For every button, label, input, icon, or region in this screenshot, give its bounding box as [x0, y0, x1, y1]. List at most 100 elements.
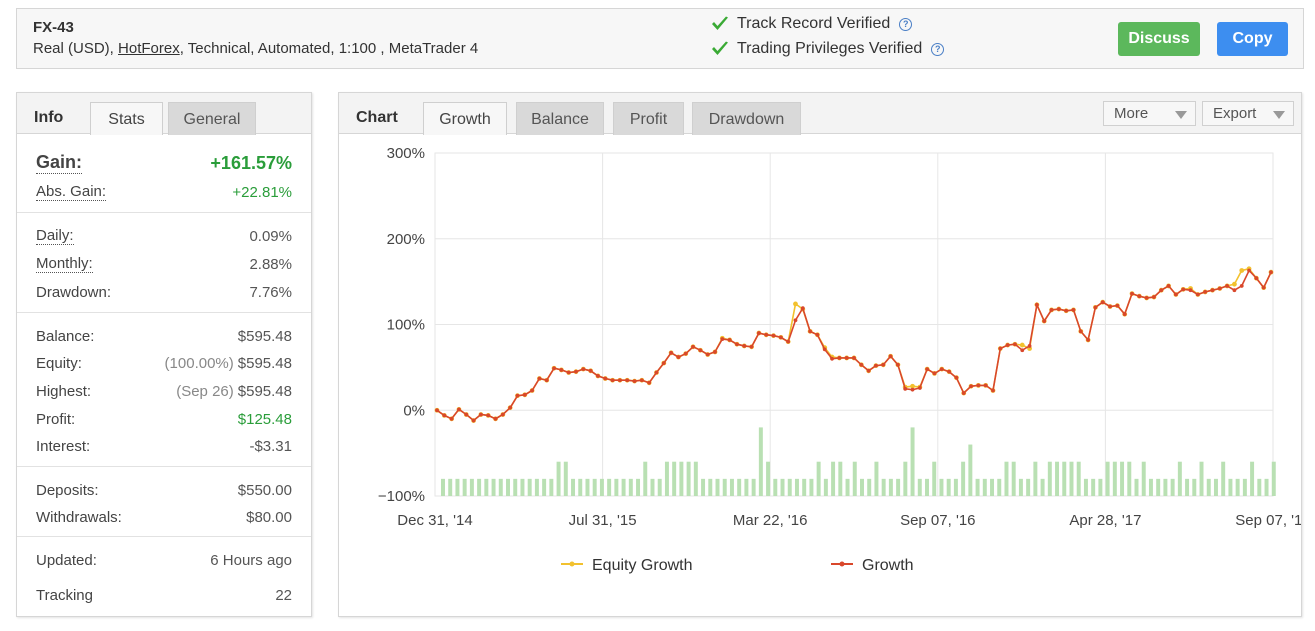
- equity-percent: (100.00%): [164, 354, 234, 372]
- monthly-label[interactable]: Monthly:: [36, 255, 93, 273]
- deposits-label: Deposits:: [36, 481, 99, 499]
- updated-row: Updated: 6 Hours ago: [36, 549, 292, 571]
- tab-stats[interactable]: Stats: [90, 102, 163, 135]
- data-point: [1137, 294, 1142, 299]
- data-point: [574, 369, 578, 374]
- data-point: [764, 332, 769, 337]
- tab-general[interactable]: General: [168, 102, 256, 135]
- trading-privileges-verified: Trading Privileges Verified ?: [711, 40, 945, 58]
- gain-value: +161.57%: [210, 152, 292, 173]
- legend-marker: [839, 561, 845, 567]
- volume-bar: [455, 478, 460, 496]
- volume-bar: [968, 444, 973, 496]
- volume-bar: [1047, 461, 1052, 496]
- volume-bar: [744, 478, 749, 496]
- tab-profit[interactable]: Profit: [613, 102, 684, 135]
- volume-bar: [1062, 461, 1067, 496]
- export-dropdown[interactable]: Export: [1202, 101, 1294, 126]
- broker-link[interactable]: HotForex: [118, 40, 180, 57]
- data-point: [1013, 342, 1017, 347]
- data-point: [771, 333, 776, 338]
- data-point: [617, 378, 622, 383]
- volume-bar: [614, 478, 619, 496]
- growth-chart: 300% 200% 100% 0% −100% Dec 31, '14 Jul 31, '1…: [378, 145, 1301, 574]
- volume-bar: [672, 461, 677, 496]
- data-point: [895, 362, 900, 367]
- volume-bar: [802, 478, 807, 496]
- abs-gain-value: +22.81%: [232, 183, 292, 201]
- x-tick-label: Dec 31, '14: [397, 512, 472, 529]
- gain-label[interactable]: Gain:: [36, 152, 83, 174]
- volume-bar: [636, 478, 641, 496]
- data-point: [1225, 284, 1230, 288]
- data-point: [932, 371, 937, 376]
- data-point: [1144, 296, 1149, 300]
- data-point: [1130, 291, 1134, 296]
- data-point: [983, 383, 988, 388]
- volume-bar: [1148, 478, 1153, 496]
- data-point: [559, 368, 564, 372]
- y-tick-label: 300%: [387, 145, 425, 162]
- tab-growth[interactable]: Growth: [423, 102, 507, 135]
- tab-balance[interactable]: Balance: [516, 102, 604, 135]
- volume-bar: [1177, 461, 1182, 496]
- data-point: [457, 407, 461, 412]
- volume-bar: [585, 478, 590, 496]
- volume-bar: [1083, 478, 1088, 496]
- data-point: [537, 376, 542, 381]
- volume-bar: [643, 461, 648, 496]
- data-point: [800, 306, 805, 311]
- volume-bar: [939, 478, 944, 496]
- data-point: [515, 393, 520, 398]
- check-icon: [712, 16, 728, 30]
- volume-bar: [852, 461, 857, 496]
- data-point: [654, 370, 659, 375]
- volume-bar: [498, 478, 503, 496]
- chart-title: Chart: [356, 109, 398, 126]
- x-tick-label: Mar 22, '16: [733, 512, 808, 529]
- volume-bar: [982, 478, 987, 496]
- volume-bar: [766, 461, 771, 496]
- account-header: FX-43 Real (USD), HotForex, Technical, A…: [16, 8, 1304, 69]
- volume-bar: [469, 478, 474, 496]
- data-point: [1005, 343, 1010, 347]
- highest-value-wrap: (Sep 26) $595.48: [176, 383, 292, 400]
- monthly-row: Monthly: 2.88%: [36, 253, 292, 275]
- volume-bar: [737, 478, 742, 496]
- volume-bar: [657, 478, 662, 496]
- data-point: [830, 356, 834, 361]
- help-icon[interactable]: ?: [899, 17, 913, 31]
- equity-value: $595.48: [237, 354, 292, 372]
- more-dropdown[interactable]: More: [1103, 101, 1196, 126]
- volume-bar: [1170, 478, 1175, 496]
- volume-bar: [925, 478, 929, 496]
- legend-label[interactable]: Equity Growth: [592, 557, 692, 574]
- track-record-label: Track Record Verified: [737, 15, 891, 32]
- daily-label[interactable]: Daily:: [36, 227, 74, 245]
- abs-gain-label[interactable]: Abs. Gain:: [36, 183, 107, 201]
- data-point: [844, 356, 849, 360]
- volume-bar: [896, 478, 901, 496]
- volume-bar: [701, 478, 706, 496]
- volume-bar: [953, 478, 958, 496]
- copy-button[interactable]: Copy: [1217, 22, 1288, 56]
- chart-legend: Equity Growth Growth: [561, 557, 914, 574]
- data-point: [1115, 303, 1120, 308]
- data-point: [903, 386, 908, 391]
- legend-label[interactable]: Growth: [862, 557, 914, 574]
- divider: [17, 312, 311, 313]
- account-meta-prefix: Real (USD),: [33, 40, 119, 57]
- help-icon[interactable]: ?: [931, 42, 945, 56]
- x-tick-label: Sep 07, '17: [1235, 512, 1301, 529]
- volume-bar: [1040, 478, 1045, 496]
- data-point: [720, 337, 725, 341]
- tab-drawdown[interactable]: Drawdown: [692, 102, 801, 135]
- data-point: [917, 386, 922, 390]
- data-point: [793, 318, 798, 323]
- volume-bar: [888, 478, 893, 496]
- data-point: [1254, 276, 1259, 281]
- discuss-button[interactable]: Discuss: [1118, 22, 1200, 56]
- volume-bar: [845, 478, 850, 496]
- data-point: [756, 331, 761, 335]
- volume-bar: [1199, 461, 1204, 496]
